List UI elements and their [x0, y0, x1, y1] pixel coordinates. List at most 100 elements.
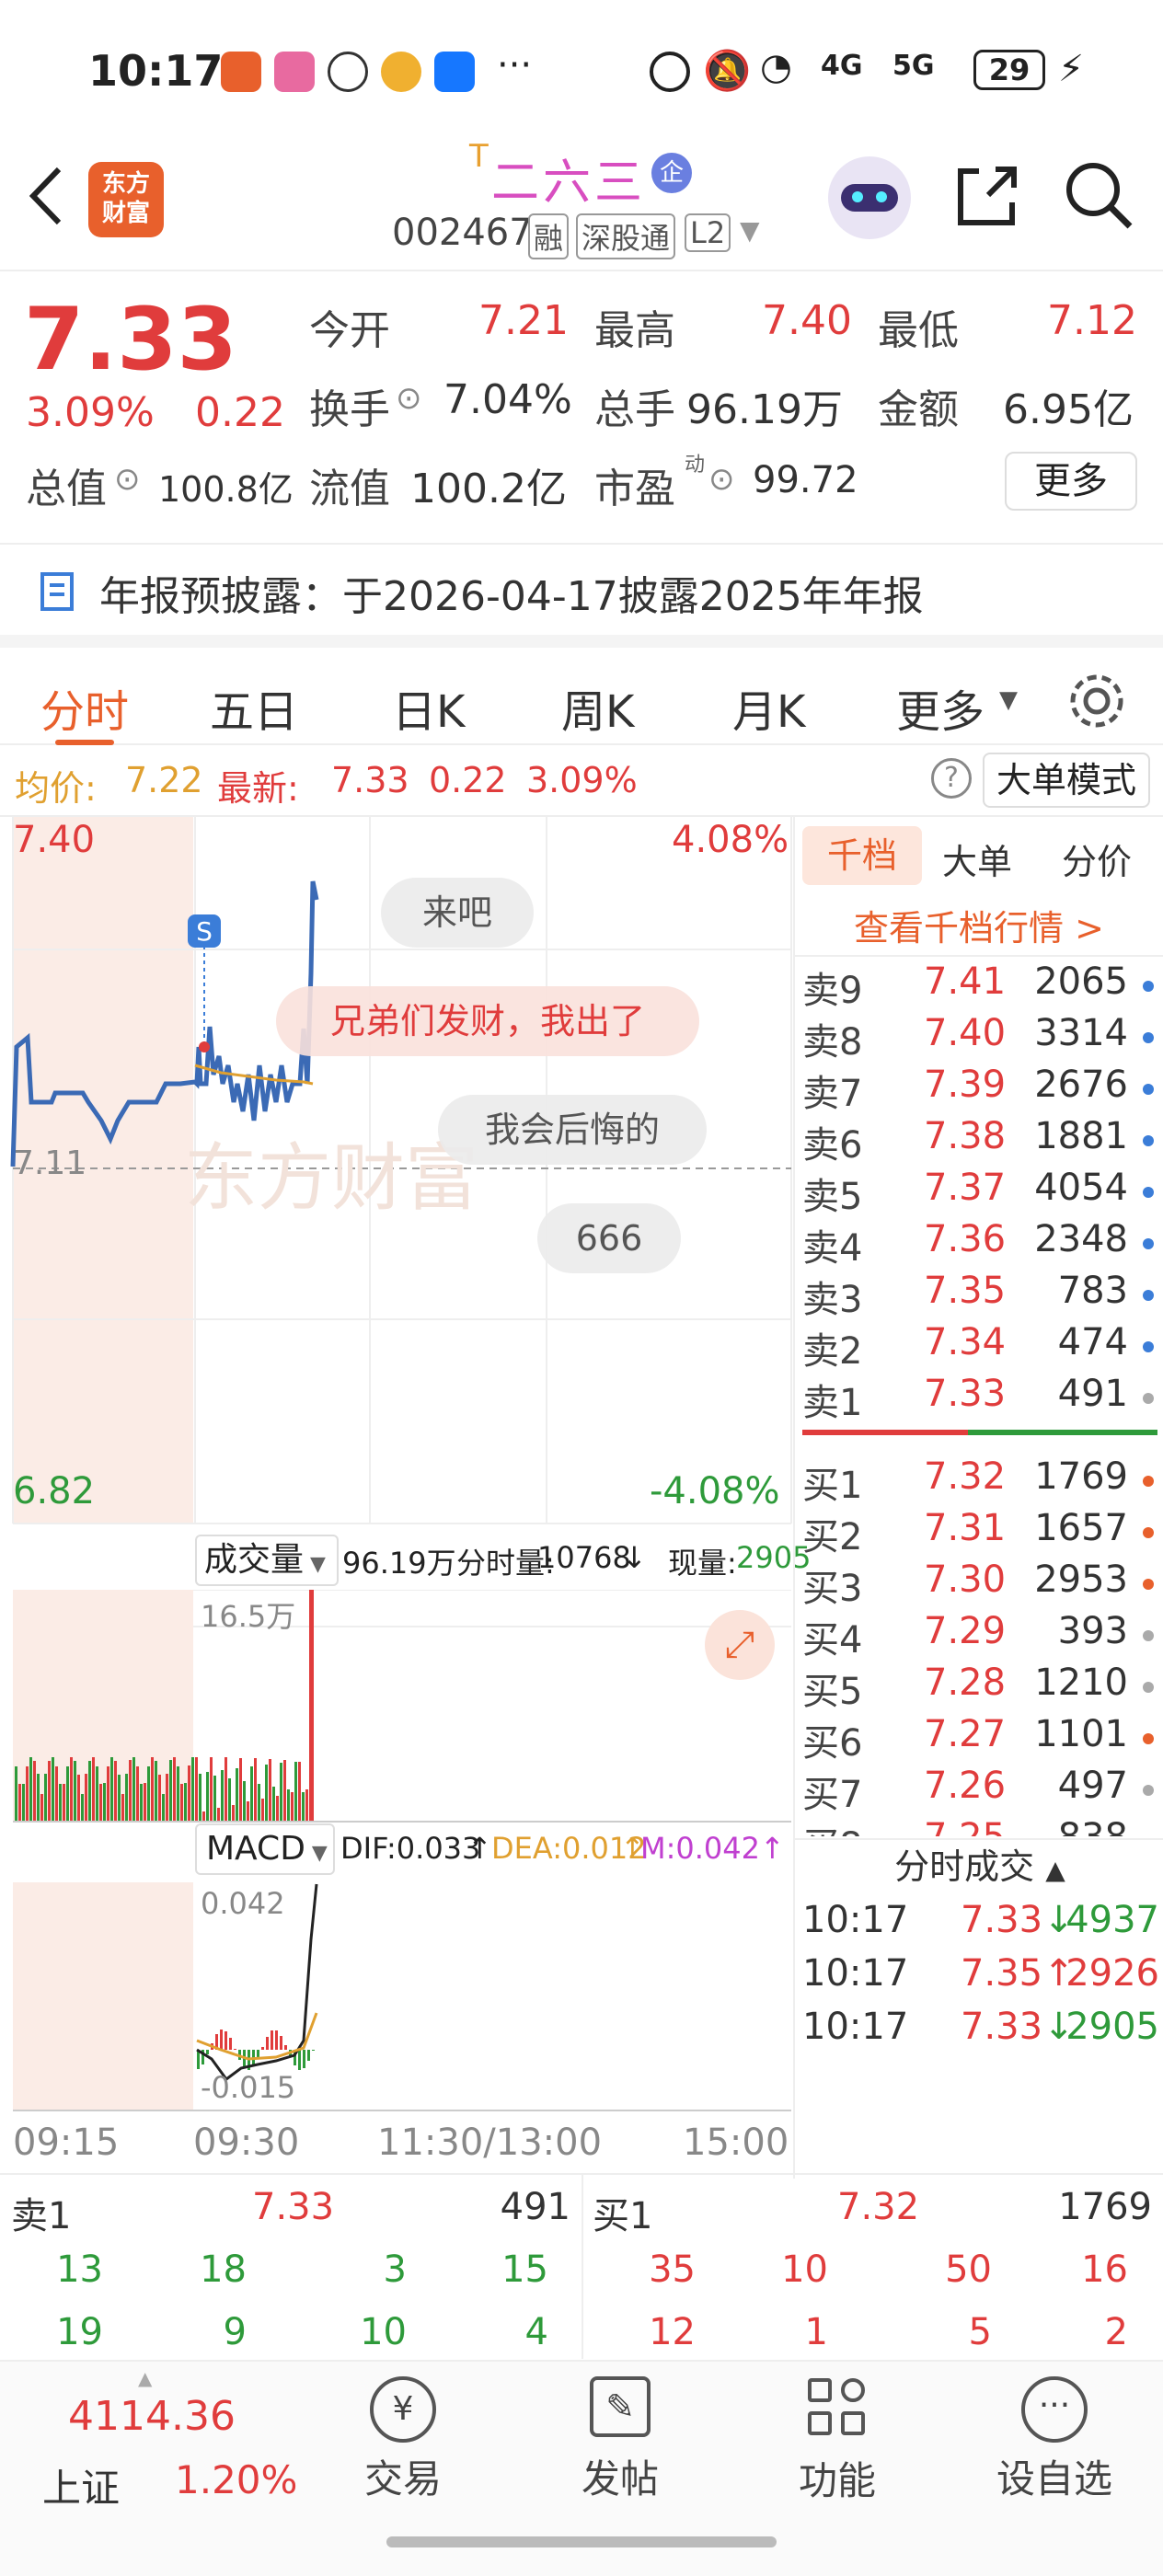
tab-more-dropdown-icon[interactable]: ▼	[999, 686, 1018, 714]
volume-bar	[191, 1757, 194, 1822]
high-label: 最高	[594, 307, 675, 354]
mcap-info-icon[interactable]: ⊙	[114, 461, 141, 498]
book-tab-big-order[interactable]: 大单	[942, 834, 1012, 884]
trades-header[interactable]: 分时成交 ▲	[795, 1838, 1163, 1893]
volume-bar	[309, 1590, 314, 1822]
volume-bar	[265, 1765, 268, 1822]
bid-row[interactable]: 买8 7.25 838	[795, 1816, 1163, 1836]
tab-daily-k[interactable]: 日K	[392, 675, 465, 740]
comment-bubble-1[interactable]: 来吧	[381, 878, 534, 948]
index-pct[interactable]: 1.20%	[175, 2457, 297, 2502]
level-dot	[1143, 1733, 1154, 1744]
ask-row[interactable]: 卖4 7.36 2348	[795, 1218, 1163, 1270]
ask-row[interactable]: 卖9 7.41 2065	[795, 960, 1163, 1012]
level-label: 买3	[802, 1568, 863, 1610]
level-dot	[1143, 1032, 1154, 1043]
big-order-mode-button[interactable]: 大单模式	[983, 753, 1150, 808]
volume-bar	[151, 1757, 154, 1822]
bid-row[interactable]: 买3 7.30 2953	[795, 1558, 1163, 1610]
comment-bubble-2[interactable]: 兄弟们发财，我出了	[276, 986, 699, 1056]
ask-row[interactable]: 卖8 7.40 3314	[795, 1012, 1163, 1064]
comment-bubble-4[interactable]: 666	[537, 1203, 681, 1273]
tab-more[interactable]: 更多	[896, 675, 985, 740]
ai-assistant-avatar[interactable]	[828, 156, 911, 239]
sell-tick-cell: 3	[383, 2248, 407, 2291]
level-price: 7.40	[924, 1012, 1007, 1054]
macd-indicator-select[interactable]: MACD ▼	[195, 1823, 335, 1875]
help-icon[interactable]: ?	[931, 758, 972, 799]
volume-indicator-select[interactable]: 成交量 ▼	[195, 1535, 339, 1586]
volume-bar	[169, 1760, 172, 1822]
macd-label: MACD	[206, 1830, 305, 1868]
turnover-info-icon[interactable]: ⊙	[396, 380, 422, 417]
ask-row[interactable]: 卖6 7.38 1881	[795, 1115, 1163, 1167]
volume-bar	[92, 1757, 95, 1822]
volume-bar	[254, 1758, 257, 1822]
bid-row[interactable]: 买2 7.31 1657	[795, 1507, 1163, 1558]
edit-icon: ✎	[590, 2376, 651, 2437]
ask-row[interactable]: 卖3 7.35 783	[795, 1270, 1163, 1321]
share-icon[interactable]	[951, 160, 1023, 232]
bid-row[interactable]: 买6 7.27 1101	[795, 1713, 1163, 1765]
ask-row[interactable]: 卖1 7.33 491	[795, 1373, 1163, 1424]
book-tab-depth[interactable]: 千档	[802, 826, 922, 885]
chart-tabs: 分时 五日 日K 周K 月K 更多 ▼	[0, 635, 1163, 745]
level-label: 买2	[802, 1516, 863, 1558]
ask-row[interactable]: 卖5 7.37 4054	[795, 1167, 1163, 1218]
bid-row[interactable]: 买1 7.32 1769	[795, 1455, 1163, 1507]
stock-tag: T	[469, 138, 489, 175]
volume-bar	[258, 1784, 260, 1822]
trade-price: 7.35	[961, 1952, 1043, 1995]
time-label-0915: 09:15	[13, 2122, 120, 2164]
tab-monthly-k[interactable]: 月K	[732, 675, 805, 740]
tab-weekly-k[interactable]: 周K	[561, 675, 634, 740]
intraday-info-line: 均价: 7.22 最新: 7.33 0.22 3.09% ? 大单模式	[0, 745, 1163, 817]
bid-row[interactable]: 买5 7.28 1210	[795, 1662, 1163, 1713]
nav-add-watchlist[interactable]: ··· 设自选	[972, 2362, 1137, 2504]
settings-gear-icon[interactable]	[1067, 672, 1126, 730]
pe-info-icon[interactable]: ⊙	[708, 461, 735, 498]
sell-tick-cell: 4	[524, 2311, 548, 2353]
more-button[interactable]: 更多	[1005, 452, 1137, 511]
wifi-icon: ◔	[760, 46, 792, 88]
level-price: 7.34	[924, 1321, 1007, 1363]
book-tab-price[interactable]: 分价	[1062, 834, 1132, 884]
comment-bubble-3[interactable]: 我会后悔的	[438, 1095, 707, 1165]
level-price: 7.26	[924, 1765, 1007, 1807]
code-dropdown-icon[interactable]: ▼	[740, 215, 760, 246]
volume-bar	[202, 1811, 205, 1822]
ask-row[interactable]: 卖7 7.39 2676	[795, 1064, 1163, 1115]
tab-intraday[interactable]: 分时	[40, 675, 129, 740]
back-icon[interactable]	[26, 164, 66, 228]
view-depth-link[interactable]: 查看千档行情 >	[854, 900, 1104, 950]
trade-price: 7.33	[961, 2006, 1043, 2048]
index-value[interactable]: 4114.36	[68, 2393, 236, 2440]
volume-bar	[18, 1784, 21, 1822]
level-price: 7.29	[924, 1610, 1007, 1652]
status-bar: 10:17 ··· 🔕 ◔ 4G 5G 29 ⚡	[0, 0, 1163, 138]
nav-post[interactable]: ✎ 发帖	[537, 2362, 703, 2504]
alarm-icon	[650, 52, 690, 92]
logo-line1: 东方	[101, 170, 150, 198]
trade-volume: 2926	[1065, 1952, 1159, 1995]
time-label-1500: 15:00	[683, 2122, 789, 2164]
nav-add-watchlist-label: 设自选	[996, 2456, 1112, 2501]
nav-trade[interactable]: ¥ 交易	[320, 2362, 486, 2504]
tab-five-day[interactable]: 五日	[210, 675, 298, 740]
index-name[interactable]: 上证	[42, 2457, 120, 2513]
bid-row[interactable]: 买7 7.26 497	[795, 1765, 1163, 1816]
volume-bar	[37, 1774, 40, 1822]
ask-row[interactable]: 卖2 7.34 474	[795, 1321, 1163, 1373]
home-indicator[interactable]	[386, 2536, 777, 2547]
eastmoney-logo[interactable]: 东方 财富	[88, 162, 164, 237]
nav-functions[interactable]: 功能	[754, 2362, 920, 2506]
volume-bar	[110, 1757, 113, 1822]
volume-bar	[40, 1794, 43, 1822]
expand-icon[interactable]: ⤢	[705, 1610, 775, 1680]
trades-title: 分时成交	[894, 1846, 1035, 1887]
report-notice[interactable]: 年报预披露：于2026-04-17披露2025年年报	[0, 543, 1163, 635]
bid-row[interactable]: 买4 7.29 393	[795, 1610, 1163, 1662]
macd-m: M:0.042	[640, 1831, 760, 1866]
search-icon[interactable]	[1062, 158, 1135, 232]
badge-connect: 深股通	[576, 213, 676, 259]
